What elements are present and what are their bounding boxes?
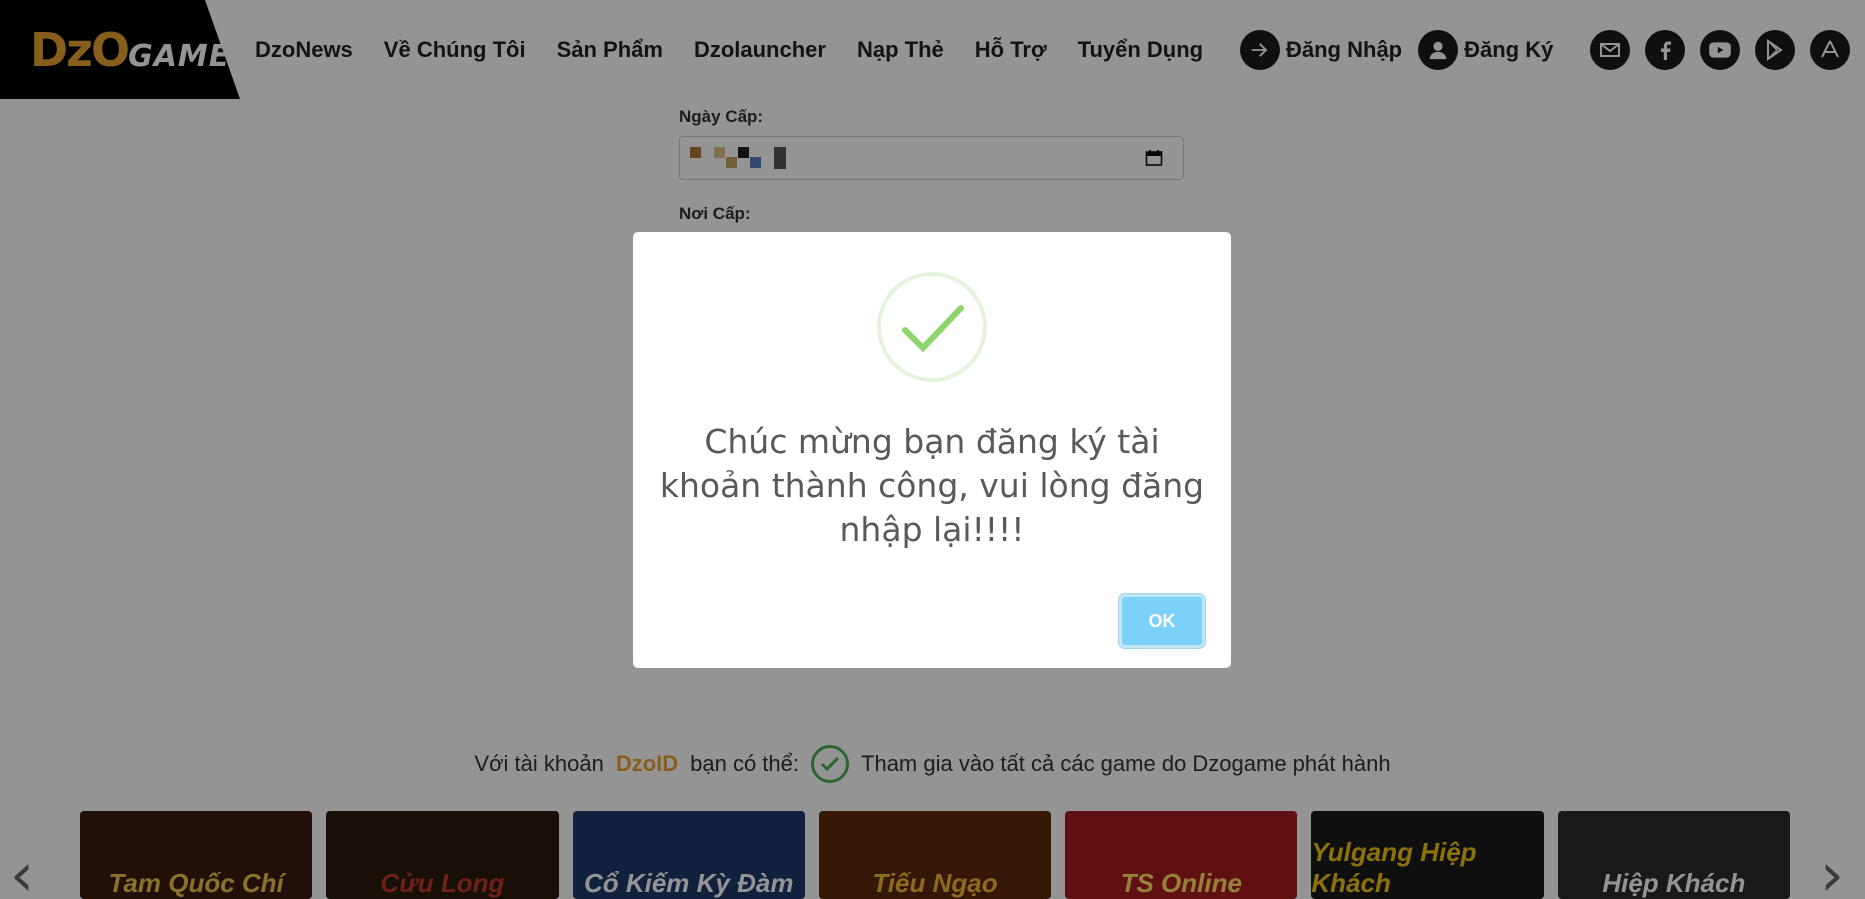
- register-link[interactable]: Đăng Ký: [1418, 29, 1554, 70]
- nav-item-3[interactable]: Dzolauncher: [694, 37, 826, 63]
- ok-button[interactable]: OK: [1119, 594, 1205, 648]
- nav-item-1[interactable]: Về Chúng Tôi: [384, 37, 526, 63]
- auth-links: Đăng Nhập Đăng Ký: [1240, 0, 1559, 99]
- app-store-icon[interactable]: [1810, 29, 1850, 70]
- user-icon: [1418, 29, 1459, 70]
- login-label: Đăng Nhập: [1286, 36, 1403, 62]
- mail-icon[interactable]: [1590, 29, 1630, 70]
- social-links: [1590, 0, 1850, 99]
- dzogame-logo[interactable]: DzOGAME: [0, 0, 240, 99]
- dialog-message: Chúc mừng bạn đăng ký tài khoản thành cô…: [659, 422, 1205, 549]
- nav-item-0[interactable]: DzoNews: [255, 37, 353, 63]
- success-dialog: Chúc mừng bạn đăng ký tài khoản thành cô…: [633, 232, 1231, 668]
- arrow-right-icon: [1240, 29, 1280, 70]
- facebook-icon[interactable]: [1645, 29, 1685, 70]
- youtube-icon[interactable]: [1700, 29, 1740, 70]
- success-check-icon: [877, 272, 987, 382]
- nav-item-5[interactable]: Hỗ Trợ: [975, 37, 1047, 63]
- nav-item-6[interactable]: Tuyển Dụng: [1078, 37, 1203, 63]
- nav-item-4[interactable]: Nạp Thẻ: [857, 37, 944, 63]
- main-nav: DzoNews Về Chúng Tôi Sản Phẩm Dzolauncher Nạ…: [255, 0, 1203, 99]
- login-link[interactable]: Đăng Nhập: [1240, 29, 1403, 70]
- google-play-icon[interactable]: [1755, 29, 1795, 70]
- site-header: DzOGAME DzoNews Về Chúng Tôi Sản Phẩm Dzola…: [0, 0, 1865, 99]
- register-label: Đăng Ký: [1464, 36, 1554, 62]
- nav-item-2[interactable]: Sản Phẩm: [557, 37, 663, 63]
